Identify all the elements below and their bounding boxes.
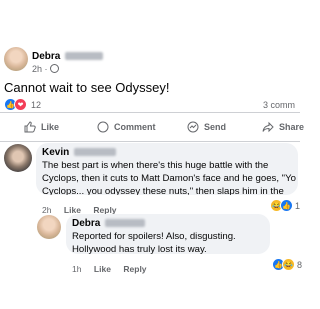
share-arrow-icon xyxy=(262,121,274,133)
comment-reactions[interactable]: 😂 👍 1 xyxy=(270,199,300,212)
thumbs-up-icon xyxy=(24,121,36,133)
love-reaction-icon: ❤ xyxy=(14,98,27,111)
comment-bubble-icon xyxy=(97,121,109,133)
messenger-icon xyxy=(187,121,199,133)
post-author-name[interactable]: Debra xyxy=(32,51,104,62)
post-action-bar: Like Comment Send Share xyxy=(0,112,304,142)
reply-author-name[interactable]: Debra xyxy=(72,218,146,229)
like-reaction-icon: 👍 xyxy=(280,199,293,212)
reply-bubble: Debra Reported for spoilers! Also, disgu… xyxy=(66,214,270,255)
reply-author-avatar[interactable] xyxy=(37,215,61,239)
post-author-avatar[interactable] xyxy=(4,47,28,71)
redacted-surname xyxy=(105,219,146,228)
haha-reaction-icon: 😂 xyxy=(282,258,295,271)
reply-text: Reported for spoilers! Also, disgusting.… xyxy=(72,231,236,255)
reply-reaction-count: 8 xyxy=(297,259,303,270)
globe-icon xyxy=(50,64,60,73)
reply-like-button[interactable]: Like xyxy=(94,264,111,274)
post-reactions[interactable]: 👍 ❤ 12 xyxy=(4,98,41,111)
reactions-count: 12 xyxy=(31,99,42,110)
post-text: Cannot wait to see Odyssey! xyxy=(4,80,170,95)
reply-reply-button[interactable]: Reply xyxy=(123,264,146,274)
comment-button[interactable]: Comment xyxy=(97,121,156,133)
post-timestamp[interactable]: 2h · xyxy=(32,64,60,74)
comment-author-avatar[interactable] xyxy=(4,144,32,172)
redacted-surname xyxy=(74,148,117,157)
like-button[interactable]: Like xyxy=(24,121,59,133)
reply-reactions[interactable]: 👍 😂 8 xyxy=(272,258,302,271)
comment-bubble: Kevin The best part is when there's this… xyxy=(36,143,298,195)
comment-author-name[interactable]: Kevin xyxy=(42,147,117,158)
send-button[interactable]: Send xyxy=(187,121,226,133)
comments-count[interactable]: 3 comm xyxy=(263,100,295,110)
reply-actions: 1h Like Reply xyxy=(72,259,147,277)
comment-timestamp[interactable]: 2h xyxy=(42,205,51,215)
reply-timestamp[interactable]: 1h xyxy=(72,264,81,274)
comment-reaction-count: 1 xyxy=(295,200,301,211)
redacted-surname xyxy=(65,52,104,61)
share-button[interactable]: Share xyxy=(262,121,304,133)
comment-text: The best part is when there's this huge … xyxy=(42,160,296,195)
